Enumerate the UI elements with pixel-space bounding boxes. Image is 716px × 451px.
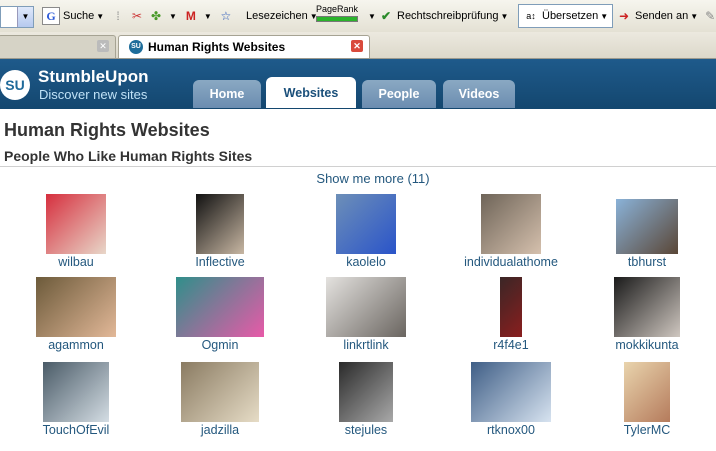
person-name-link[interactable]: mokkikunta [577,338,716,352]
pagerank-bar [316,16,358,22]
spellcheck-label: Rechtschreibprüfung [397,10,499,22]
person-name-link[interactable]: jadzilla [150,423,290,437]
translate-button[interactable]: a↕ Übersetzen ▼ [518,4,614,28]
star-icon[interactable]: ☆ [218,8,234,24]
avatar[interactable] [624,362,670,422]
person-card[interactable]: r4f4e1 [441,277,581,352]
person-card[interactable]: TylerMC [577,362,716,437]
toolbar-buttons-group[interactable]: ⁞ ✂ ✤ ▼ M ▼ ☆ [110,6,237,26]
translate-icon: a↕ [526,11,536,21]
page-title: Human Rights Websites [4,120,210,140]
browser-tab-active[interactable]: SU Human Rights Websites ✕ [118,35,370,58]
send-button[interactable]: ➜ Senden an ▼ ✎ [616,6,716,26]
person-card[interactable]: agammon [6,277,146,352]
close-icon[interactable]: ✕ [97,40,109,52]
person-name-link[interactable]: TylerMC [577,423,716,437]
person-card[interactable]: Ogmin [150,277,290,352]
person-card[interactable]: individualathome [441,194,581,269]
spellcheck-button[interactable]: ✔ Rechtschreibprüfung ▼ [378,6,508,26]
person-name-link[interactable]: Inflective [150,255,290,269]
section-subtitle: People Who Like Human Rights Sites [4,148,253,164]
person-name-link[interactable]: kaolelo [296,255,436,269]
pencil-icon[interactable]: ✎ [702,8,716,24]
nav-tab-home[interactable]: Home [193,80,261,108]
person-card[interactable]: jadzilla [150,362,290,437]
avatar[interactable] [196,194,244,254]
person-card[interactable]: mokkikunta [577,277,716,352]
nav-tab-people[interactable]: People [362,80,436,108]
pagerank-dropdown[interactable]: ▼ [366,6,376,26]
avatar[interactable] [616,199,678,254]
person-card[interactable]: Inflective [150,194,290,269]
avatar[interactable] [471,362,551,422]
chevron-down-icon: ▼ [600,11,609,21]
stumbleupon-favicon-icon: SU [129,40,143,54]
person-card[interactable]: kaolelo [296,194,436,269]
gmail-icon[interactable]: M [183,8,199,24]
person-name-link[interactable]: agammon [6,338,146,352]
person-name-link[interactable]: r4f4e1 [441,338,581,352]
separator-icon: ⁞ [116,9,120,23]
person-card[interactable]: linkrtlink [296,277,436,352]
avatar[interactable] [336,194,396,254]
send-icon: ➜ [618,9,630,23]
avatar[interactable] [326,277,406,337]
search-dropdown[interactable]: ▼ [0,6,34,28]
site-name[interactable]: StumbleUpon [38,67,149,87]
search-label: Suche [63,10,95,22]
avatar[interactable] [500,277,522,337]
chevron-down-icon: ▼ [500,11,509,21]
browser-tab-inactive[interactable]: ✕ [0,35,116,58]
chevron-down-icon: ▼ [17,7,33,27]
chevron-down-icon: ▼ [203,11,212,21]
person-name-link[interactable]: TouchOfEvil [6,423,146,437]
translate-label: Übersetzen [542,10,599,22]
person-name-link[interactable]: wilbau [6,255,146,269]
avatar[interactable] [43,362,109,422]
avatar[interactable] [481,194,541,254]
avatar[interactable] [176,277,264,337]
person-name-link[interactable]: Ogmin [150,338,290,352]
spellcheck-icon: ✔ [380,9,392,23]
pagerank-label: PageRank [316,4,359,14]
divider [0,166,716,167]
avatar[interactable] [46,194,106,254]
browser-tab-strip: ✕ SU Human Rights Websites ✕ [0,32,716,59]
stumbleupon-logo-icon[interactable]: SU [0,70,30,100]
browser-toolbar: ▼ G Suche ▼ ⁞ ✂ ✤ ▼ M ▼ ☆ Lesezeichen ▼ Page… [0,0,716,33]
puzzle-icon[interactable]: ✤ [148,8,164,24]
popup-blocker-icon[interactable]: ✂ [129,8,145,24]
send-label: Senden an [635,10,689,22]
person-card[interactable]: rtknox00 [441,362,581,437]
avatar[interactable] [181,362,259,422]
person-card[interactable]: tbhurst [577,194,716,269]
nav-tab-websites[interactable]: Websites [266,77,356,108]
site-header: SU StumbleUpon Discover new sites Home W… [0,59,716,109]
nav-tab-videos[interactable]: Videos [443,80,515,108]
google-icon: G [42,7,60,25]
person-name-link[interactable]: rtknox00 [441,423,581,437]
site-tagline: Discover new sites [39,87,148,102]
person-card[interactable]: stejules [296,362,436,437]
chevron-down-icon: ▼ [169,11,177,21]
chevron-down-icon: ▼ [690,11,699,21]
person-name-link[interactable]: tbhurst [577,255,716,269]
chevron-down-icon: ▼ [96,11,105,21]
person-name-link[interactable]: linkrtlink [296,338,436,352]
close-icon[interactable]: ✕ [351,40,363,52]
avatar[interactable] [339,362,393,422]
person-card[interactable]: wilbau [6,194,146,269]
tab-title: Human Rights Websites [148,40,286,54]
chevron-down-icon: ▼ [368,11,376,21]
person-name-link[interactable]: stejules [296,423,436,437]
search-button[interactable]: G Suche ▼ [42,6,104,26]
avatar[interactable] [36,277,116,337]
show-more-link[interactable]: Show me more (11) [0,171,716,186]
bookmarks-button[interactable]: Lesezeichen ▼ [246,6,318,26]
person-name-link[interactable]: individualathome [441,255,581,269]
avatar[interactable] [614,277,680,337]
person-card[interactable]: TouchOfEvil [6,362,146,437]
bookmarks-label: Lesezeichen [246,10,308,22]
pagerank-indicator[interactable]: PageRank [316,4,358,28]
